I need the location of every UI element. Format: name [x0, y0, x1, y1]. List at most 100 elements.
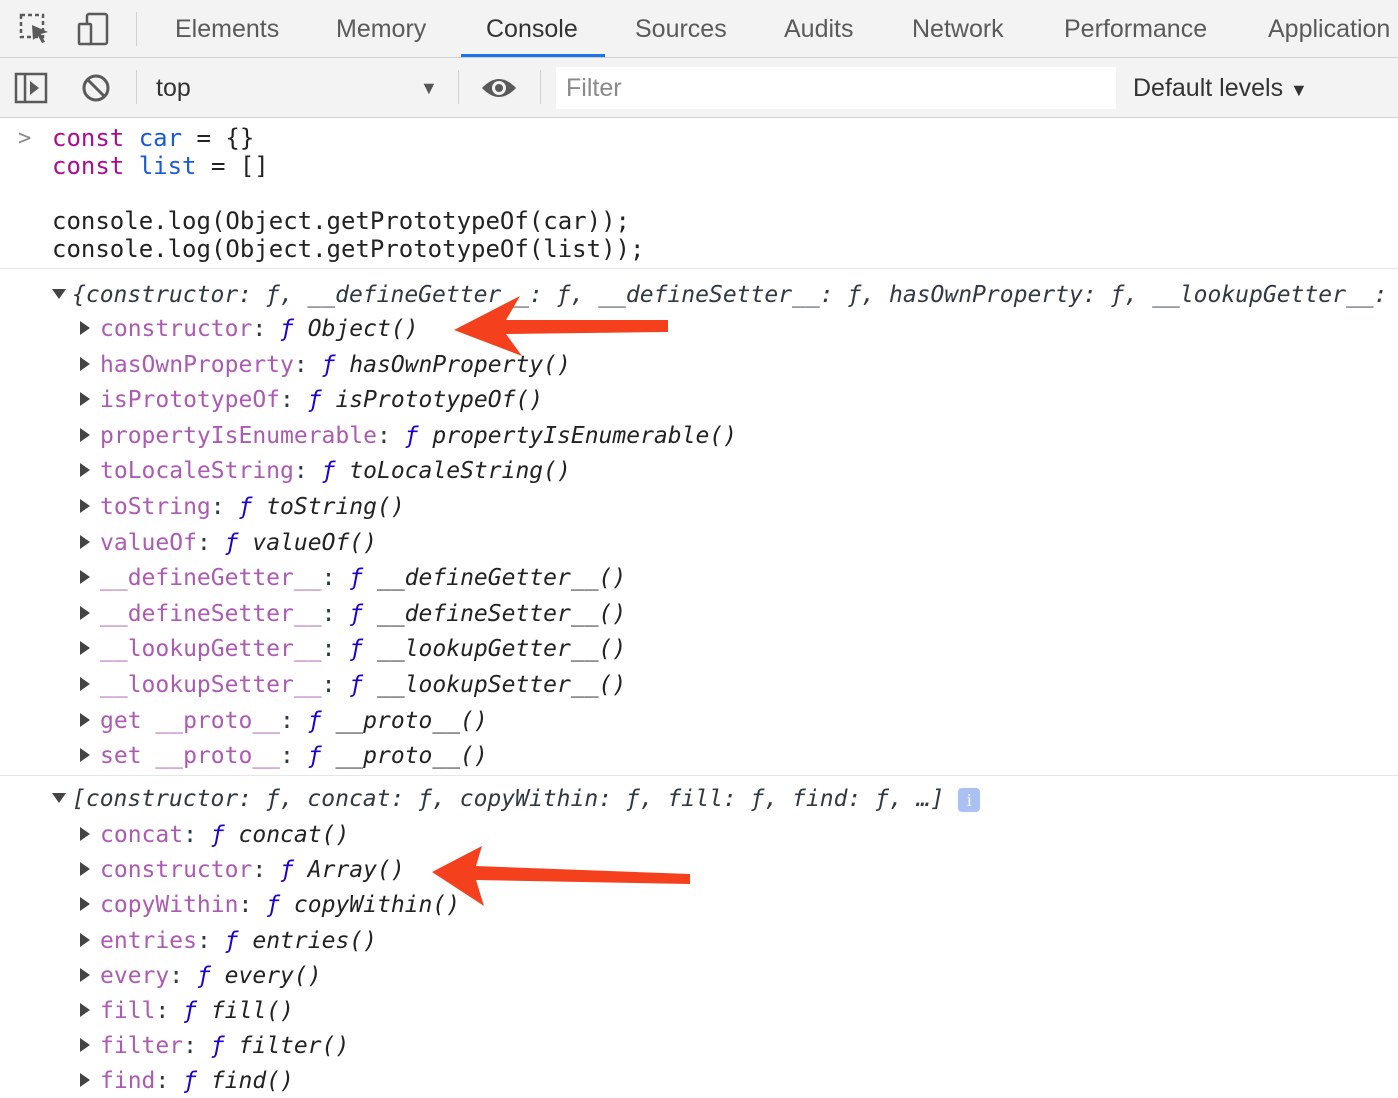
collapsed-triangle-icon[interactable] [80, 1073, 90, 1088]
collapsed-triangle-icon[interactable] [80, 463, 90, 478]
tab-performance[interactable]: Performance [1064, 0, 1207, 57]
property-name: __lookupSetter__ [100, 672, 322, 698]
property-value: isPrototypeOf() [335, 387, 544, 414]
property-name: entries [100, 927, 197, 954]
summary-row[interactable]: [constructor: ƒ, concat: ƒ, copyWithin: … [52, 782, 1398, 816]
inspect-element-icon[interactable] [18, 12, 52, 46]
filter-input[interactable] [556, 67, 1116, 109]
object-prototype-output: {constructor: ƒ, __defineGetter__: ƒ, __… [0, 270, 1398, 776]
collapsed-triangle-icon[interactable] [80, 427, 90, 442]
collapsed-triangle-icon[interactable] [80, 967, 90, 982]
function-symbol: ƒ [307, 743, 322, 770]
chevron-down-icon: ▼ [1290, 80, 1308, 100]
property-row[interactable]: toString: ƒ toString() [80, 490, 1398, 524]
chevron-down-icon[interactable]: ▼ [420, 58, 438, 118]
tab-memory[interactable]: Memory [336, 0, 426, 57]
device-toolbar-icon[interactable] [76, 12, 110, 46]
property-colon: : [321, 600, 350, 627]
devtools-tab-bar: Elements Memory Console Sources Audits Networ… [0, 0, 1398, 58]
collapsed-triangle-icon[interactable] [80, 641, 90, 656]
annotation-arrow [432, 846, 690, 906]
property-row[interactable]: isPrototypeOf: ƒ isPrototypeOf() [80, 383, 1398, 417]
collapsed-triangle-icon[interactable] [80, 534, 90, 549]
property-name: fill [100, 998, 156, 1024]
tab-sources[interactable]: Sources [635, 0, 727, 57]
tab-application[interactable]: Application [1268, 0, 1390, 57]
property-row[interactable]: toLocaleString: ƒ toLocaleString() [80, 454, 1398, 488]
collapsed-triangle-icon[interactable] [80, 356, 90, 371]
property-row[interactable]: constructor: ƒ Object() [80, 312, 1398, 346]
property-row[interactable]: entries: ƒ entries() [80, 924, 1398, 958]
collapsed-triangle-icon[interactable] [80, 932, 90, 947]
property-colon: : [280, 707, 308, 734]
collapsed-triangle-icon[interactable] [80, 1003, 90, 1017]
tab-network[interactable]: Network [912, 0, 1004, 57]
property-row[interactable]: set __proto__: ƒ __proto__() [80, 739, 1398, 773]
property-colon: : [280, 387, 308, 414]
collapsed-triangle-icon[interactable] [80, 897, 90, 912]
expand-triangle-icon[interactable] [52, 288, 66, 299]
collapsed-triangle-icon[interactable] [80, 570, 90, 585]
toolbar-separator [540, 70, 541, 104]
tab-audits[interactable]: Audits [784, 0, 853, 57]
collapsed-triangle-icon[interactable] [80, 827, 90, 841]
property-colon: : [321, 636, 350, 663]
property-name: concat [100, 822, 184, 848]
property-colon: : [293, 458, 322, 485]
property-row[interactable]: every: ƒ every() [80, 959, 1398, 993]
collapsed-triangle-icon[interactable] [80, 321, 90, 335]
function-symbol: ƒ [210, 1033, 225, 1060]
code-line: console.log(Object.getPrototypeOf(car)); [52, 207, 630, 235]
property-row[interactable]: __lookupGetter__: ƒ __lookupGetter__() [80, 632, 1398, 666]
property-row[interactable]: filter: ƒ filter() [80, 1029, 1398, 1063]
property-row[interactable]: propertyIsEnumerable: ƒ propertyIsEnumer… [80, 419, 1398, 453]
property-row[interactable]: hasOwnProperty: ƒ hasOwnProperty() [80, 348, 1398, 382]
property-row[interactable]: __defineGetter__: ƒ __defineGetter__() [80, 561, 1398, 595]
eye-icon[interactable] [480, 74, 518, 102]
collapsed-triangle-icon[interactable] [80, 605, 90, 620]
property-row[interactable]: constructor: ƒ Array() [80, 853, 1398, 887]
toolbar-separator [136, 70, 137, 104]
property-row[interactable]: find: ƒ find() [80, 1064, 1398, 1098]
collapsed-triangle-icon[interactable] [80, 392, 90, 407]
chevron-right-icon: > [18, 126, 32, 151]
collapsed-triangle-icon[interactable] [80, 1038, 90, 1053]
collapsed-triangle-icon[interactable] [80, 748, 90, 763]
collapsed-triangle-icon[interactable] [80, 862, 90, 877]
property-row[interactable]: get __proto__: ƒ __proto__() [80, 704, 1398, 738]
property-row[interactable]: copyWithin: ƒ copyWithin() [80, 888, 1398, 922]
property-value: toString() [266, 494, 405, 520]
property-colon: : [321, 672, 350, 698]
collapsed-triangle-icon[interactable] [80, 712, 90, 727]
expand-triangle-icon[interactable] [52, 792, 66, 803]
property-value: valueOf() [252, 529, 377, 556]
property-row[interactable]: fill: ƒ fill() [80, 994, 1398, 1028]
tab-console[interactable]: Console [461, 0, 605, 57]
property-name: set __proto__ [100, 743, 281, 770]
property-row[interactable]: concat: ƒ concat() [80, 818, 1398, 852]
function-symbol: ƒ [183, 1068, 197, 1095]
function-symbol: ƒ [224, 927, 239, 954]
collapsed-triangle-icon[interactable] [80, 499, 90, 513]
property-name: __lookupGetter__ [100, 636, 322, 663]
info-icon[interactable]: i [958, 787, 981, 812]
context-selector[interactable]: top [156, 58, 191, 118]
property-value: __lookupSetter__() [376, 672, 627, 698]
property-value: concat() [238, 822, 350, 848]
property-value: every() [224, 962, 322, 989]
collapsed-triangle-icon[interactable] [80, 677, 90, 691]
clear-console-icon[interactable] [80, 72, 112, 104]
property-value: entries() [252, 927, 377, 954]
property-colon: : [376, 422, 405, 449]
log-levels-dropdown[interactable]: Default levels ▼ [1133, 58, 1308, 118]
sidebar-toggle-icon[interactable] [14, 72, 48, 104]
property-row[interactable]: __lookupSetter__: ƒ __lookupSetter__() [80, 668, 1398, 702]
tab-elements[interactable]: Elements [175, 0, 279, 57]
summary-row[interactable]: {constructor: ƒ, __defineGetter__: ƒ, __… [52, 278, 1398, 312]
property-value: __defineGetter__() [376, 565, 627, 592]
function-symbol: ƒ [196, 962, 211, 989]
property-row[interactable]: __defineSetter__: ƒ __defineSetter__() [80, 597, 1398, 631]
property-row[interactable]: valueOf: ƒ valueOf() [80, 526, 1398, 560]
function-symbol: ƒ [349, 636, 364, 663]
property-value: __proto__() [335, 743, 488, 770]
